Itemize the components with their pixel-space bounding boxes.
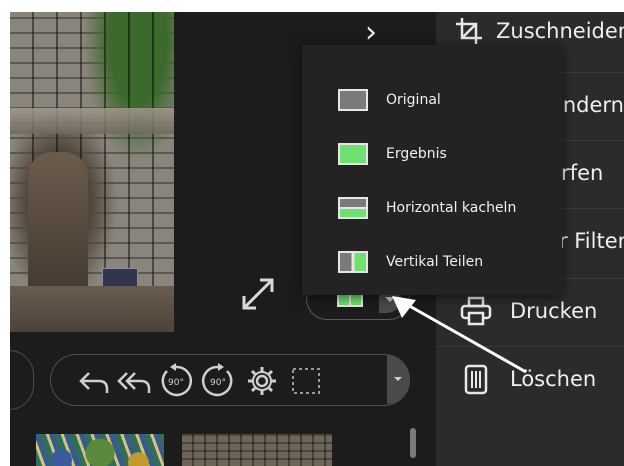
- horizontal-tile-icon: [338, 197, 368, 219]
- edit-toolbar: 90° 90°: [50, 354, 410, 406]
- fullscreen-icon[interactable]: [238, 274, 278, 314]
- ground-area: [10, 286, 174, 332]
- thumbnail-scrollbar[interactable]: [410, 428, 416, 458]
- pointer-arrow: [392, 296, 527, 374]
- crop-label: Zuschneiden: [496, 19, 624, 43]
- previous-toolbar-pill[interactable]: [10, 350, 34, 410]
- undo-icon[interactable]: [77, 365, 111, 397]
- menu-item-result[interactable]: Ergebnis: [302, 127, 562, 181]
- menu-item-label: Vertikal Teilen: [386, 254, 484, 270]
- menu-item-horizontal-tile[interactable]: Horizontal kacheln: [302, 181, 562, 235]
- menu-item-vertical-split[interactable]: Vertikal Teilen: [302, 235, 562, 289]
- temple-lintel: [10, 108, 174, 134]
- settings-icon[interactable]: [245, 365, 279, 397]
- menu-item-label: Ergebnis: [386, 146, 447, 162]
- rotate-left-90-icon[interactable]: 90°: [157, 363, 195, 399]
- result-view-icon: [338, 143, 368, 165]
- vertical-split-icon: [338, 251, 368, 273]
- original-view-icon: [338, 89, 368, 111]
- undo-all-icon[interactable]: [117, 365, 151, 397]
- selection-icon[interactable]: [289, 365, 323, 397]
- thumbnail-peacock[interactable]: [36, 434, 164, 466]
- compare-mode-menu: Original Ergebnis Horizontal kacheln Ver…: [302, 45, 562, 295]
- crop-icon: [454, 13, 484, 49]
- rotate-right-90-icon[interactable]: 90°: [199, 363, 237, 399]
- thumbnail-temple[interactable]: [182, 434, 332, 466]
- rotate-right-label: 90°: [210, 378, 226, 388]
- rotate-left-label: 90°: [168, 378, 184, 388]
- next-image-chevron-icon[interactable]: ›: [365, 18, 377, 48]
- menu-item-original[interactable]: Original: [302, 73, 562, 127]
- image-preview[interactable]: [10, 12, 174, 332]
- menu-item-label: Original: [386, 92, 441, 108]
- thumbnail-strip: [10, 420, 436, 466]
- menu-item-label: Horizontal kacheln: [386, 200, 517, 216]
